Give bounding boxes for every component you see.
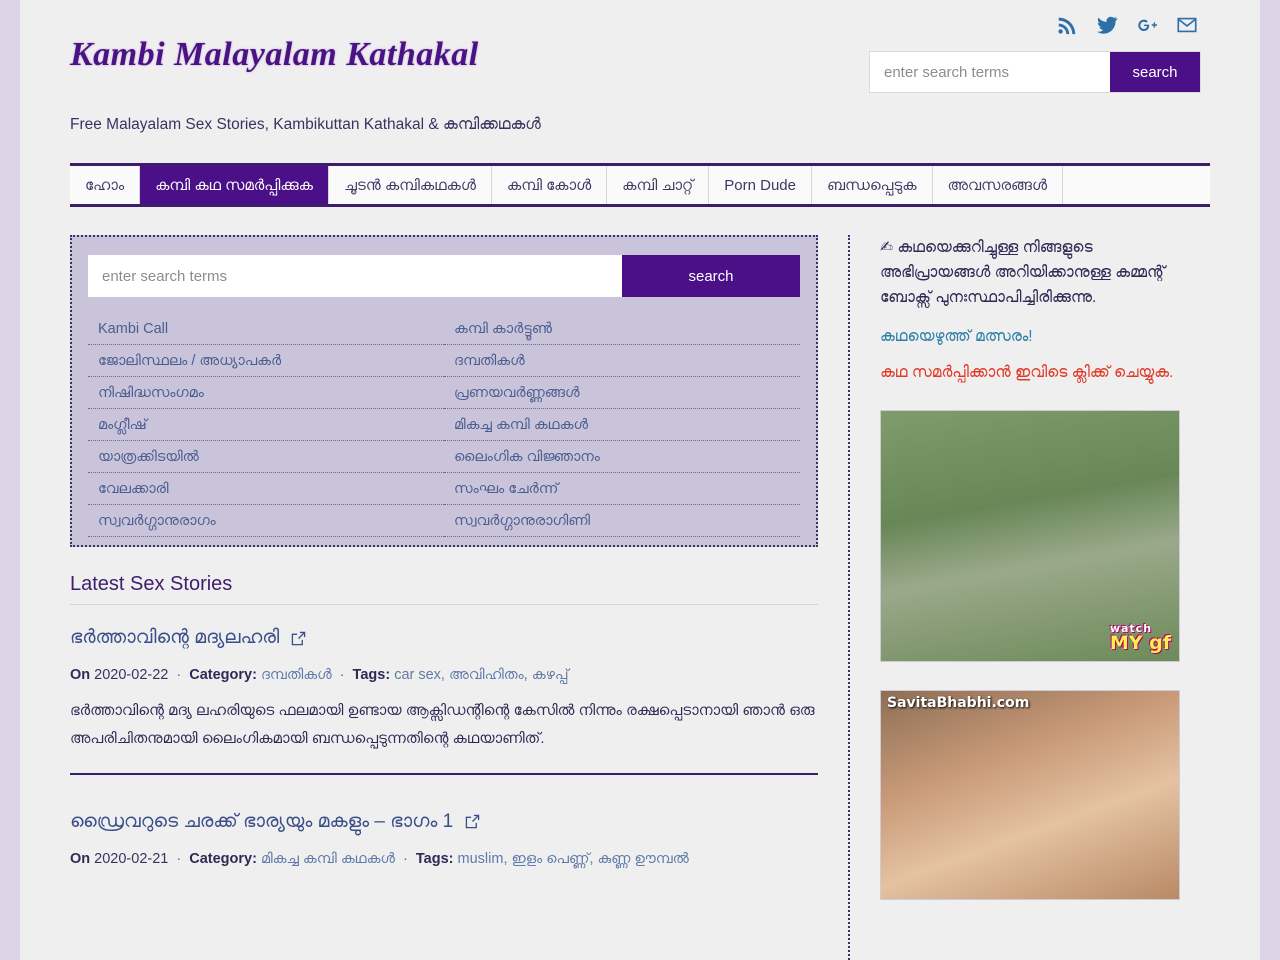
post-tags-label: Tags: [352, 667, 391, 683]
post-title-link[interactable]: ഭർത്താവിന്റെ മദ്യലഹരി [70, 627, 818, 649]
sidebar-notice: ✍ കഥയെക്കുറിച്ചുള്ള നിങ്ങളുടെ അഭിപ്രായങ്… [880, 235, 1180, 310]
sidebar-notice-text: കഥയെക്കുറിച്ചുള്ള നിങ്ങളുടെ അഭിപ്രായങ്ങൾ… [880, 239, 1166, 307]
ad-badge-bottom: MY gf [1109, 632, 1171, 655]
post-item: ഭർത്താവിന്റെ മദ്യലഹരി On 2020-02-22 · Ca [70, 625, 818, 753]
post-separator [70, 772, 818, 775]
main-content: search Kambi Call ജോലിസ്ഥലം / അധ്യാപകർ ന… [70, 235, 850, 960]
category-link[interactable]: കമ്പി കാർട്ടൂൺ [444, 313, 800, 345]
site-title[interactable]: Kambi Malayalam Kathakal [70, 36, 479, 74]
post-on-label: On [70, 667, 91, 683]
googleplus-icon[interactable] [1136, 14, 1158, 36]
post-on-label: On [70, 850, 91, 867]
meta-separator: · [339, 667, 345, 683]
sidebar: ✍ കഥയെക്കുറിച്ചുള്ള നിങ്ങളുടെ അഭിപ്രായങ്… [850, 235, 1180, 960]
header-search-form: search [870, 52, 1200, 92]
category-link[interactable]: സംഘം ചേർന്ന് [444, 473, 800, 505]
category-grid: Kambi Call ജോലിസ്ഥലം / അധ്യാപകർ നിഷിദ്ധസ… [88, 313, 800, 537]
post-meta: On 2020-02-21 · Category: മികച്ച കമ്പി ക… [70, 851, 818, 867]
panel-search-input[interactable] [88, 255, 622, 297]
rss-icon[interactable] [1056, 14, 1078, 36]
post-date: 2020-02-22 [94, 667, 169, 683]
post-title-text: ഡ്രൈവറുടെ ചരക്ക് ഭാര്യയും മകളും – ഭാഗം 1 [70, 810, 454, 832]
nav-item-home[interactable]: ഹോം [70, 166, 141, 204]
ad-badge-watchmygf: watch MY gf [1110, 623, 1171, 653]
post-category-link[interactable]: മികച്ച കമ്പി കഥകൾ [261, 851, 395, 867]
post-meta: On 2020-02-22 · Category: ദമ്പതികൾ · Tag… [70, 667, 818, 683]
nav-item-chat[interactable]: കമ്പി ചാറ്റ് [607, 166, 710, 204]
meta-separator: · [176, 667, 182, 683]
category-link[interactable]: ലൈംഗിക വിജ്ഞാനം [444, 441, 800, 473]
post-category-label: Category: [189, 667, 257, 683]
category-link[interactable]: മികച്ച കമ്പി കഥകൾ [444, 409, 800, 441]
nav-list: ഹോം കമ്പി കഥ സമർപ്പിക്കുക ചൂടൻ കമ്പികഥകൾ… [70, 166, 1210, 204]
post-category-link[interactable]: ദമ്പതികൾ [261, 667, 332, 683]
post-tags-links[interactable]: car sex, അവിഹിതം, കഴപ്പ് [394, 667, 568, 683]
search-button[interactable]: search [1110, 52, 1200, 92]
social-links [1056, 14, 1198, 36]
post-tags-label: Tags: [415, 850, 454, 867]
main-navigation: ഹോം കമ്പി കഥ സമർപ്പിക്കുക ചൂടൻ കമ്പികഥകൾ… [70, 163, 1210, 207]
ad-watermark-savitabhabhi: SavitaBhabhi.com [887, 695, 1030, 712]
nav-item-contact[interactable]: ബന്ധപ്പെടുക [812, 166, 933, 204]
category-link[interactable]: Kambi Call [88, 313, 444, 345]
post-tags-links[interactable]: muslim, ഇളം പെണ്ണ്, കുണ്ണ ഊമ്പൽ [458, 851, 689, 867]
meta-separator: · [403, 850, 408, 867]
external-link-icon [291, 631, 306, 646]
post-title-link[interactable]: ഡ്രൈവറുടെ ചരക്ക് ഭാര്യയും മകളും – ഭാഗം 1 [70, 811, 818, 833]
category-link[interactable]: വേലക്കാരി [88, 473, 444, 505]
post-item: ഡ്രൈവറുടെ ചരക്ക് ഭാര്യയും മകളും – ഭാഗം 1… [70, 809, 818, 867]
category-link[interactable]: ജോലിസ്ഥലം / അധ്യാപകർ [88, 345, 444, 377]
pencil-icon: ✍ [880, 239, 893, 256]
category-link[interactable]: പ്രണയവർണ്ണങ്ങൾ [444, 377, 800, 409]
search-input[interactable] [870, 52, 1110, 92]
section-title-latest: Latest Sex Stories [70, 573, 233, 595]
search-and-categories-panel: search Kambi Call ജോലിസ്ഥലം / അധ്യാപകർ ന… [70, 235, 818, 547]
twitter-icon[interactable] [1096, 14, 1118, 36]
nav-item-hot[interactable]: ചൂടൻ കമ്പികഥകൾ [328, 166, 492, 204]
nav-item-submit[interactable]: കമ്പി കഥ സമർപ്പിക്കുക [140, 166, 329, 204]
post-category-label: Category: [189, 850, 257, 867]
section-divider [70, 604, 818, 605]
post-excerpt: ഭർത്താവിന്റെ മദ്യ ലഹരിയുടെ ഫലമായി ഉണ്ടായ… [70, 702, 815, 747]
category-column-right: കമ്പി കാർട്ടൂൺ ദമ്പതികൾ പ്രണയവർണ്ണങ്ങൾ മ… [444, 313, 800, 537]
content-columns: search Kambi Call ജോലിസ്ഥലം / അധ്യാപകർ ന… [70, 235, 1210, 960]
sidebar-submit-link[interactable]: കഥ സമർപ്പിക്കാൻ ഇവിടെ ക്ലിക്ക് ചെയ്യുക. [880, 364, 1180, 382]
category-link[interactable]: യാത്രക്കിടയിൽ [88, 441, 444, 473]
sidebar-contest-link[interactable]: കഥയെഴുത്ത് മത്സരം! [880, 328, 1180, 346]
post-title-text: ഭർത്താവിന്റെ മദ്യലഹരി [70, 627, 280, 648]
ad-banner-watchmygf[interactable]: watch MY gf [880, 410, 1180, 663]
panel-search-button[interactable]: search [622, 255, 800, 297]
post-date: 2020-02-21 [94, 850, 169, 867]
category-link[interactable]: മംഗ്ലീഷ് [88, 409, 444, 441]
category-column-left: Kambi Call ജോലിസ്ഥലം / അധ്യാപകർ നിഷിദ്ധസ… [88, 313, 444, 537]
nav-item-porndude[interactable]: Porn Dude [709, 166, 812, 204]
nav-item-call[interactable]: കമ്പി കോൾ [491, 166, 608, 204]
nav-item-opportunities[interactable]: അവസരങ്ങൾ [932, 166, 1064, 204]
category-link[interactable]: സ്വവർഗ്ഗാനുരാഗം [88, 505, 444, 537]
category-link[interactable]: സ്വവർഗ്ഗാനുരാഗിണി [444, 505, 800, 537]
category-link[interactable]: നിഷിദ്ധസംഗമം [88, 377, 444, 409]
site-header: Kambi Malayalam Kathakal Free Malayalam … [20, 0, 1260, 152]
category-link[interactable]: ദമ്പതികൾ [444, 345, 800, 377]
external-link-icon [465, 814, 480, 829]
page-root: Kambi Malayalam Kathakal Free Malayalam … [0, 0, 1280, 960]
site-container: Kambi Malayalam Kathakal Free Malayalam … [20, 0, 1260, 960]
panel-search-form: search [88, 255, 800, 297]
site-tagline: Free Malayalam Sex Stories, Kambikuttan … [70, 116, 541, 133]
meta-separator: · [176, 850, 182, 867]
email-icon[interactable] [1176, 14, 1198, 36]
ad-banner-savitabhabhi[interactable]: SavitaBhabhi.com [880, 690, 1180, 901]
nav-filler [1063, 166, 1210, 204]
